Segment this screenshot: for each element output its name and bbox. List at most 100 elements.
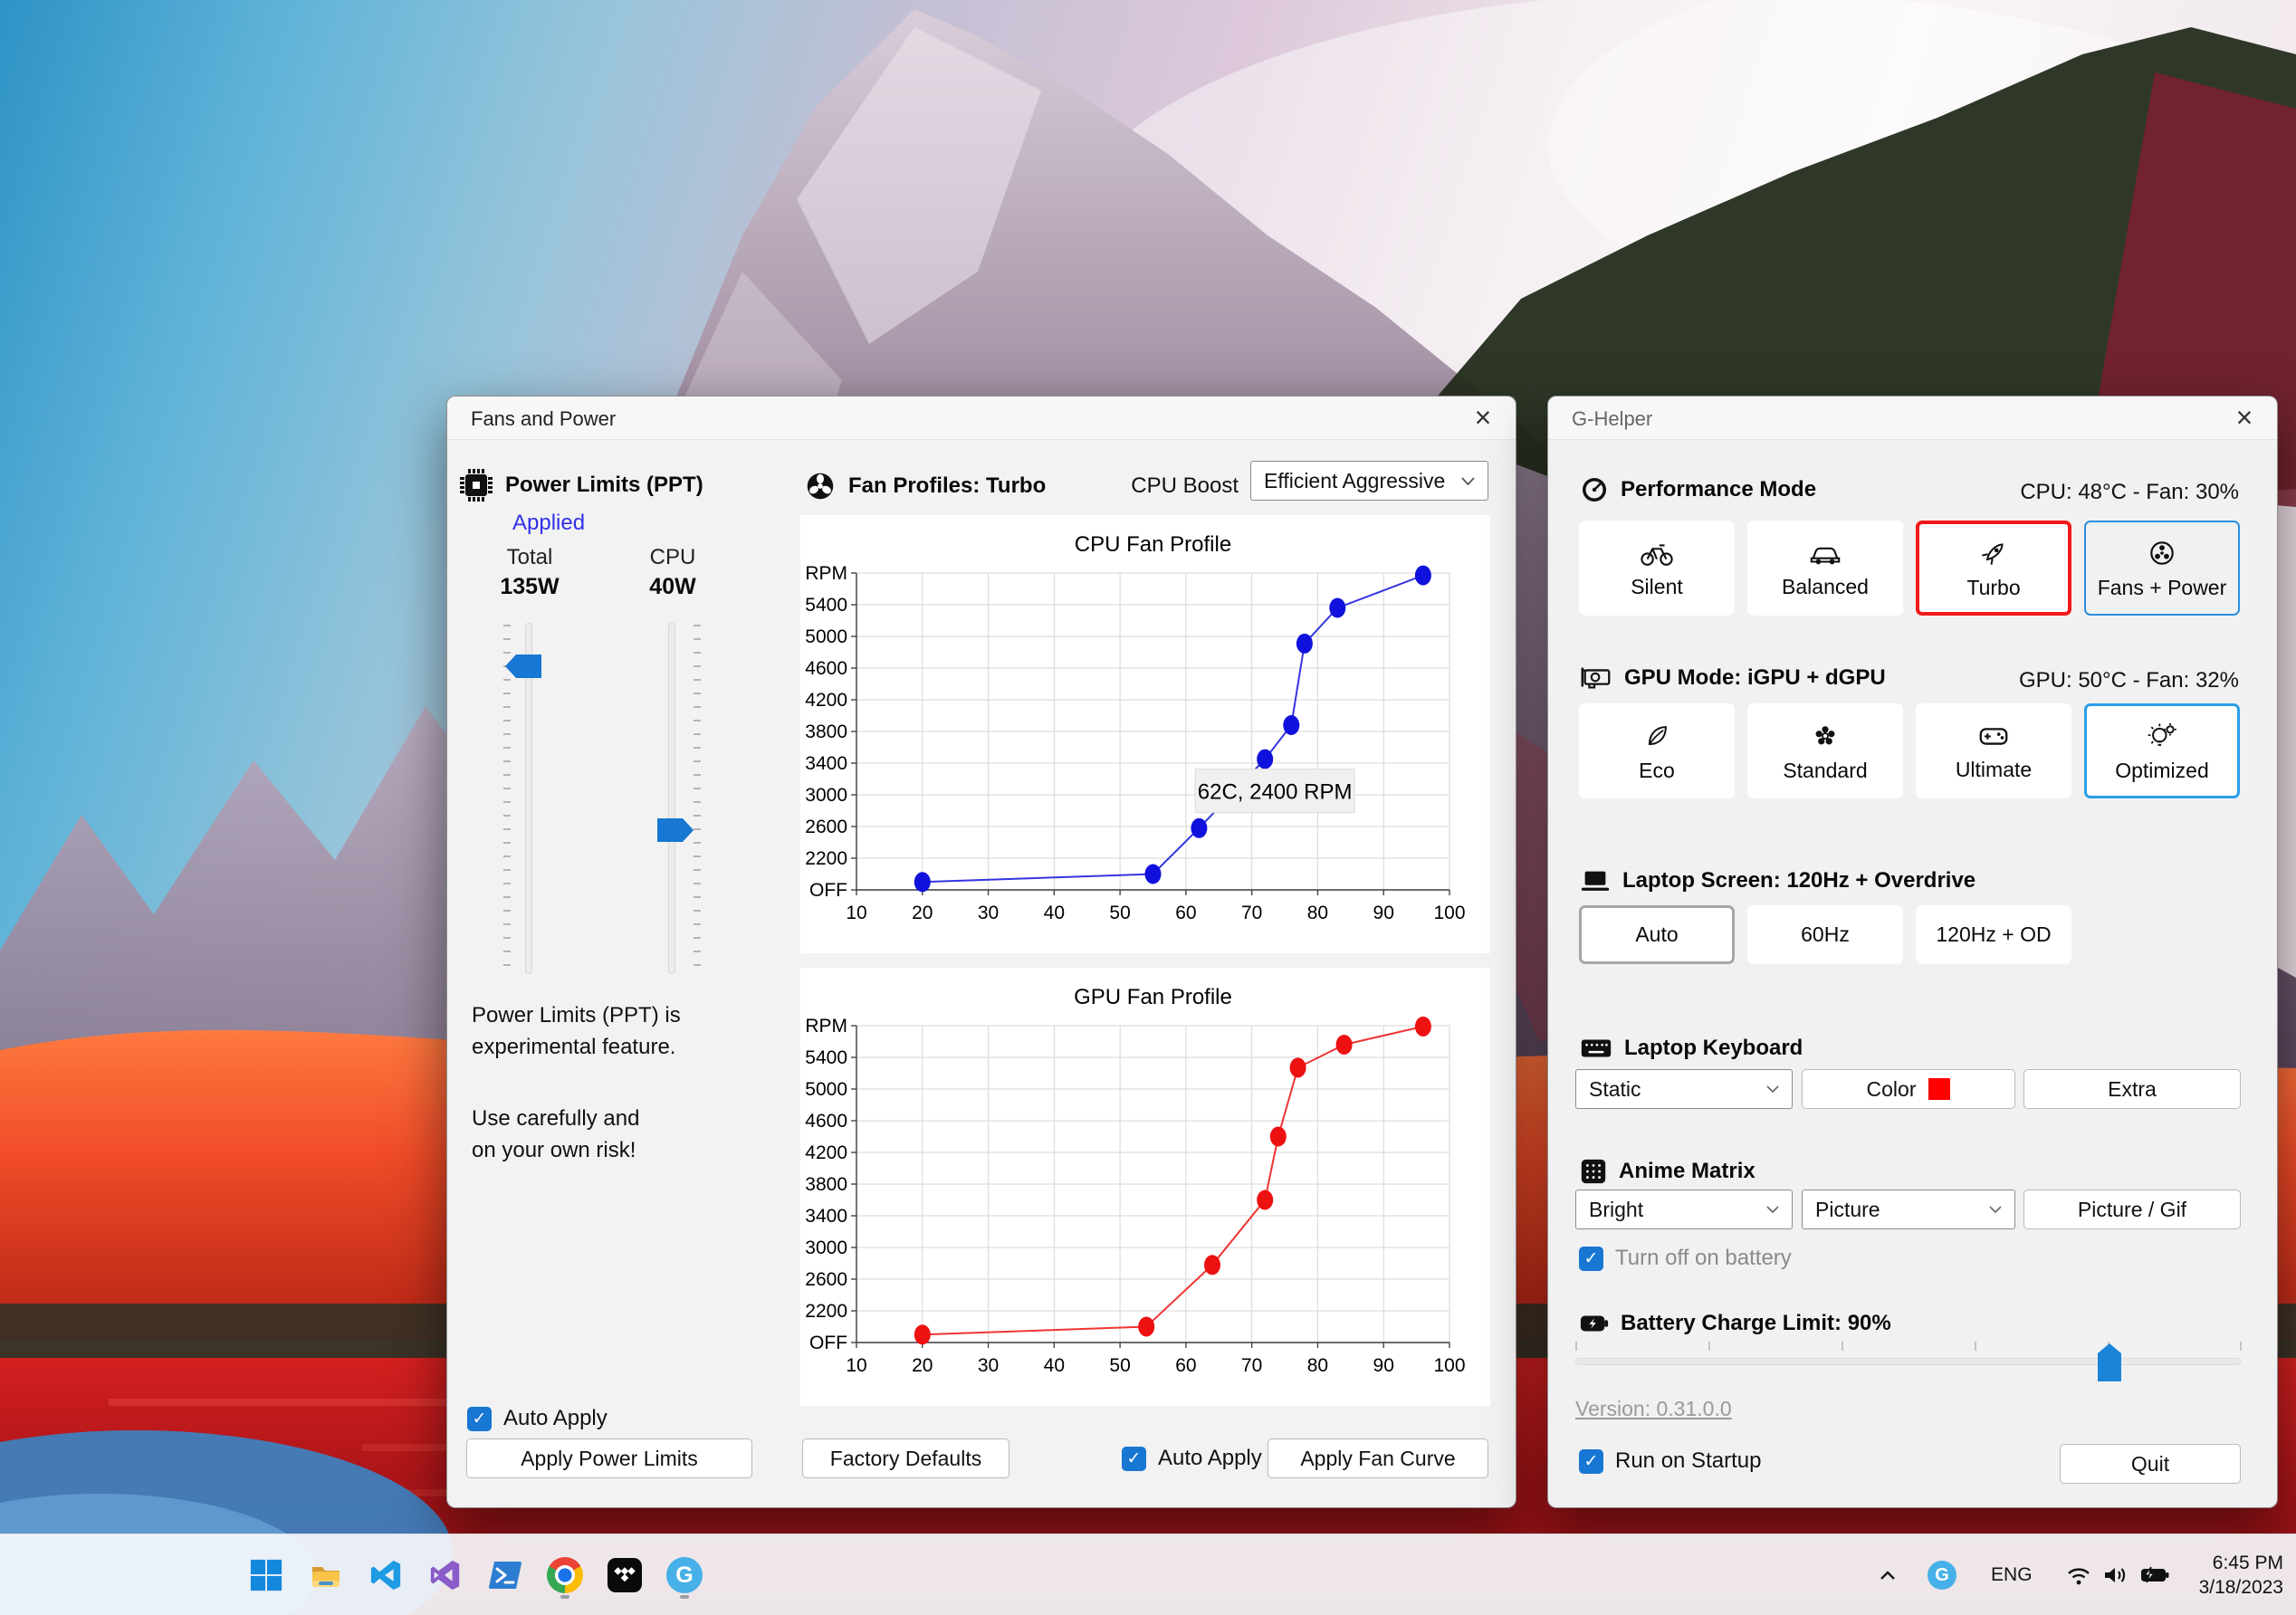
applied-link[interactable]: Applied [512,511,585,536]
cpu-boost-select[interactable]: Efficient Aggressive [1250,461,1488,501]
svg-text:30: 30 [978,1355,999,1376]
mode-button-turbo[interactable]: Turbo [1916,521,2071,616]
screen-button-auto[interactable]: Auto [1579,905,1735,964]
laptop-keyboard-label: Laptop Keyboard [1624,1036,1803,1060]
chevron-down-icon [1461,476,1475,485]
auto-apply-power-row: Auto Apply [467,1406,607,1431]
keyboard-mode-select[interactable]: Static [1575,1069,1793,1109]
svg-text:10: 10 [846,903,866,923]
laptop-screen-label: Laptop Screen: 120Hz + Overdrive [1622,868,1976,893]
ghelper-titlebar[interactable]: G-Helper × [1548,397,2277,440]
leaf-icon [1648,725,1667,745]
svg-text:4200: 4200 [805,1142,847,1163]
vscode-button[interactable] [360,1550,411,1601]
start-button[interactable] [241,1550,292,1601]
svg-text:2600: 2600 [805,1269,847,1290]
apply-power-limits-button[interactable]: Apply Power Limits [466,1438,752,1478]
quit-button[interactable]: Quit [2060,1444,2241,1484]
cpu-boost-value: Efficient Aggressive [1264,468,1446,492]
svg-text:60: 60 [1175,1355,1196,1376]
mode-button-silent[interactable]: Silent [1579,521,1735,616]
auto-apply-power-checkbox[interactable] [467,1406,492,1431]
file-explorer-button[interactable] [301,1550,351,1601]
gpu-button-ultimate[interactable]: Ultimate [1916,703,2071,798]
turn-off-on-battery-checkbox[interactable] [1579,1246,1603,1271]
chevron-down-icon [1989,1206,2002,1213]
gpu-button-optimized[interactable]: Optimized [2084,703,2240,798]
taskbar-icons: G [241,1534,710,1615]
mode-button-fans-power[interactable]: Fans + Power [2084,521,2240,616]
powershell-icon [489,1562,521,1589]
apply-fan-curve-button[interactable]: Apply Fan Curve [1268,1438,1488,1478]
battery-slider-track[interactable] [1575,1358,2241,1365]
auto-apply-fan-checkbox[interactable] [1122,1446,1146,1471]
battery-limit-header: Battery Charge Limit: 90% [1579,1311,1891,1336]
cpu-power-slider-thumb[interactable] [657,818,694,842]
auto-apply-fan-row: Auto Apply [1122,1446,1262,1471]
power-limits-label: Power Limits (PPT) [505,473,703,497]
screen-button-60hz[interactable]: 60Hz [1747,905,1903,964]
wifi-icon[interactable] [2060,1559,2098,1591]
ppt-warning-text: Power Limits (PPT) is experimental featu… [472,999,681,1166]
battery-icon [1580,1315,1609,1332]
visual-studio-button[interactable] [420,1550,471,1601]
warning-line-2: experimental feature. [472,1035,676,1059]
tray-chevron-up-icon[interactable] [1873,1564,1902,1586]
svg-text:20: 20 [912,903,933,923]
battery-icon[interactable] [2134,1560,2176,1591]
screen-button-label: 60Hz [1801,922,1850,946]
svg-text:RPM: RPM [805,1016,847,1037]
mode-button-balanced[interactable]: Balanced [1747,521,1903,616]
screen-button-120hz-od[interactable]: 120Hz + OD [1916,905,2071,964]
laptop-icon [1581,871,1610,891]
version-link[interactable]: Version: 0.31.0.0 [1575,1397,1732,1421]
ghelper-tray-icon: G [1928,1561,1957,1590]
taskbar: G G ENG 6:45 PM 3/18/2023 [0,1534,2296,1615]
anime-matrix-label: Anime Matrix [1619,1159,1755,1183]
anime-matrix-header: Anime Matrix [1579,1157,1755,1186]
close-icon[interactable]: × [1463,400,1503,436]
keyboard-color-button[interactable]: Color [1802,1069,2015,1109]
battery-limit-slider[interactable] [1575,1338,2242,1392]
chrome-button[interactable] [540,1550,590,1601]
keyboard-extra-button[interactable]: Extra [2023,1069,2241,1109]
cpu-power-slider[interactable] [668,623,675,974]
svg-text:5000: 5000 [805,1079,847,1100]
svg-text:20: 20 [912,1355,933,1376]
tray-time: 6:45 PM [2212,1553,2283,1573]
clock[interactable]: 6:45 PM 3/18/2023 [2199,1551,2283,1600]
gpu-fan-profile-chart[interactable]: GPU Fan Profile OFF 2200 2600 3000 3400 3800 42… [800,968,1490,1406]
tray-ghelper-button[interactable]: G [1922,1555,1962,1595]
desktop: Fans and Power × Power Limits (PPT) Appl… [0,0,2296,1615]
matrix-mode-select[interactable]: Picture [1802,1190,2015,1229]
gpu-button-standard[interactable]: Standard [1747,703,1903,798]
run-on-startup-checkbox[interactable] [1579,1448,1603,1474]
powershell-button[interactable] [480,1550,531,1601]
mode-button-label: Turbo [1966,575,2021,599]
factory-defaults-button[interactable]: Factory Defaults [802,1438,1009,1478]
language-indicator[interactable]: ENG [1985,1559,2038,1591]
close-icon[interactable]: × [2224,400,2264,436]
gpu-button-eco[interactable]: Eco [1579,703,1735,798]
svg-text:4600: 4600 [805,658,847,679]
cpu-temp-status: CPU: 48°C - Fan: 30% [2020,480,2239,504]
ghelper-icon: G [666,1557,703,1593]
svg-text:5000: 5000 [805,626,847,647]
volume-icon[interactable] [2098,1559,2134,1591]
matrix-icon [1581,1159,1606,1184]
svg-text:4600: 4600 [805,1111,847,1132]
keyboard-color-label: Color [1866,1076,1917,1101]
tidal-button[interactable] [599,1550,650,1601]
turn-off-on-battery-label: Turn off on battery [1615,1246,1792,1270]
battery-slider-thumb[interactable] [2097,1343,2121,1381]
picture-gif-button[interactable]: Picture / Gif [2023,1190,2241,1229]
svg-text:50: 50 [1109,1355,1130,1376]
matrix-brightness-select[interactable]: Bright [1575,1190,1793,1229]
svg-text:GPU Fan Profile: GPU Fan Profile [1074,985,1232,1009]
fans-window-titlebar[interactable]: Fans and Power × [447,397,1516,440]
cpu-fan-profile-chart[interactable]: CPU Fan Profile OFF 2200 2600 3000 3400 3800 42… [800,515,1490,953]
ghelper-taskbar-button[interactable]: G [659,1550,710,1601]
svg-text:40: 40 [1044,1355,1065,1376]
total-power-slider-thumb[interactable] [505,655,541,678]
total-value: 135W [500,574,560,599]
